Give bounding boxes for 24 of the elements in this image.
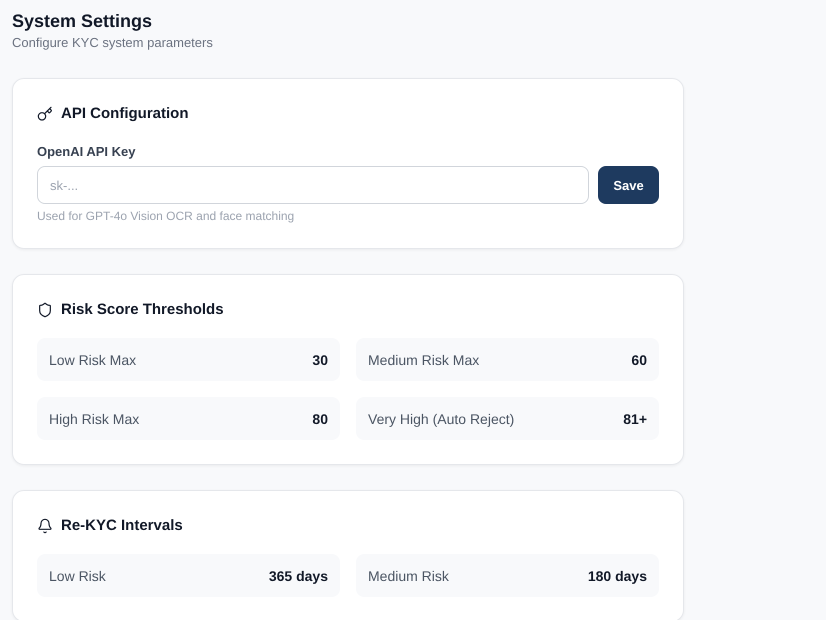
setting-label: Low Risk	[49, 568, 106, 584]
bell-icon	[37, 518, 53, 534]
field-label: OpenAI API Key	[37, 143, 136, 161]
key-icon	[37, 106, 53, 122]
setting-value: 60	[631, 352, 647, 368]
setting-label: High Risk Max	[49, 410, 140, 426]
page-subtitle: Configure KYC system parameters	[12, 34, 213, 52]
setting-value: 80	[312, 410, 328, 426]
shield-icon	[37, 302, 53, 318]
page-title: System Settings	[12, 10, 152, 33]
setting-value: 180 days	[588, 568, 647, 584]
api-key-input[interactable]: sk-...	[37, 166, 589, 204]
setting-value: 81+	[623, 410, 647, 426]
card-title: API Configuration	[61, 104, 188, 124]
card-title: Re-KYC Intervals	[61, 516, 183, 536]
setting-value: 30	[312, 352, 328, 368]
save-button[interactable]: Save	[598, 166, 659, 204]
card-title: Risk Score Thresholds	[61, 300, 224, 320]
field-hint: Used for GPT-4o Vision OCR and face matching	[37, 208, 294, 224]
setting-label: Medium Risk	[368, 568, 449, 584]
setting-label: Very High (Auto Reject)	[368, 410, 514, 426]
setting-label: Low Risk Max	[49, 352, 136, 368]
setting-value: 365 days	[268, 568, 328, 584]
setting-label: Medium Risk Max	[368, 352, 480, 368]
